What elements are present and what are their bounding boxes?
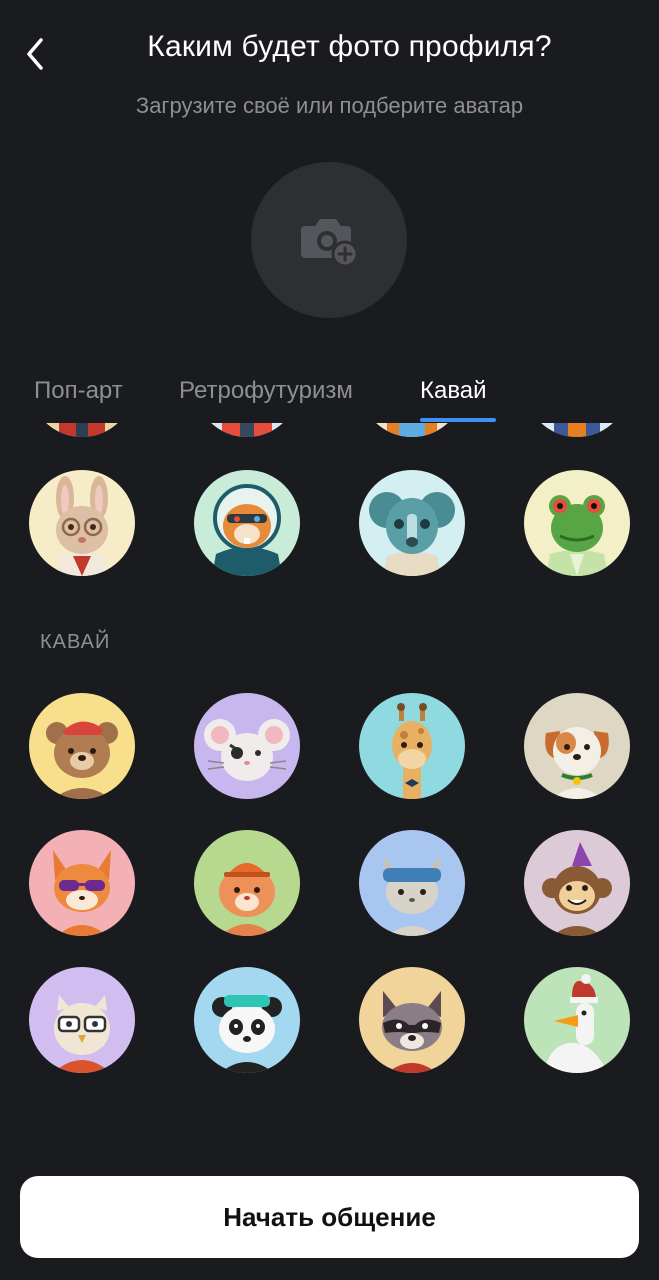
page-subtitle: Загрузите своё или подберите аватар — [135, 93, 524, 118]
giraffe-avatar-image — [359, 693, 465, 799]
avatar-rabbit[interactable] — [29, 470, 135, 576]
avatar-monkey[interactable] — [524, 830, 630, 936]
avatar-hamster-astronaut[interactable] — [194, 470, 300, 576]
avatar-owl[interactable] — [29, 967, 135, 1073]
camera-plus-icon — [301, 219, 359, 268]
hamster-avatar-image — [194, 830, 300, 936]
page-title: Каким будет фото профиля? — [147, 30, 552, 63]
fox-avatar-image — [29, 830, 135, 936]
hamster-astronaut-avatar-image — [194, 470, 300, 576]
avatar-frog[interactable] — [524, 470, 630, 576]
rabbit-avatar-image — [29, 470, 135, 576]
bear-avatar-image — [29, 693, 135, 799]
mouse-avatar-image — [194, 693, 300, 799]
upload-photo-button[interactable] — [251, 162, 407, 318]
panda-avatar-image — [194, 967, 300, 1073]
avatar-puppy[interactable] — [524, 693, 630, 799]
tab-retrofuturism[interactable]: Ретрофутуризм — [179, 377, 353, 405]
section-label-kawaii: КАВАЙ — [40, 631, 111, 653]
tab-pop-art[interactable]: Поп-арт — [34, 377, 123, 405]
avatar-hamster[interactable] — [194, 830, 300, 936]
avatar-fox[interactable] — [29, 830, 135, 936]
category-tabs: Поп-арт Ретрофутуризм Кавай — [0, 365, 659, 423]
avatar-list[interactable]: КАВАЙ — [0, 423, 659, 1130]
avatar-retro-partial-3[interactable] — [359, 423, 465, 437]
avatar-cat[interactable] — [359, 830, 465, 936]
avatar-retro-partial-1[interactable] — [29, 423, 135, 437]
monkey-avatar-image — [524, 830, 630, 936]
start-chatting-button[interactable]: Начать общение — [20, 1176, 639, 1258]
avatar-mouse[interactable] — [194, 693, 300, 799]
frog-avatar-image — [524, 470, 630, 576]
owl-avatar-image — [29, 967, 135, 1073]
avatar-panda[interactable] — [194, 967, 300, 1073]
avatar-bear[interactable] — [29, 693, 135, 799]
active-tab-indicator — [420, 418, 496, 422]
avatar-retro-partial-2[interactable] — [194, 423, 300, 437]
avatar-raccoon[interactable] — [359, 967, 465, 1073]
raccoon-avatar-image — [359, 967, 465, 1073]
cat-avatar-image — [359, 830, 465, 936]
koala-robot-avatar-image — [359, 470, 465, 576]
avatar-koala-robot[interactable] — [359, 470, 465, 576]
puppy-avatar-image — [524, 693, 630, 799]
avatar-goose[interactable] — [524, 967, 630, 1073]
avatar-retro-partial-4[interactable] — [524, 423, 630, 437]
goose-avatar-image — [524, 967, 630, 1073]
tab-kawaii[interactable]: Кавай — [420, 377, 487, 405]
avatar-giraffe[interactable] — [359, 693, 465, 799]
